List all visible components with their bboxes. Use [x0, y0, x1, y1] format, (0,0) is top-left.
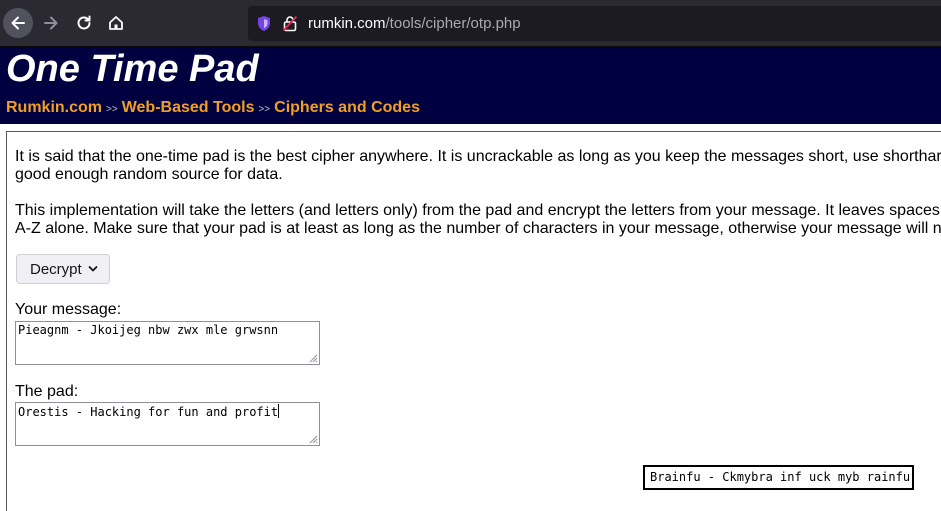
- pad-label: The pad:: [15, 383, 79, 400]
- message-text: Pieagnm - Jkoijeg nbw zwx mle grwsnn: [18, 323, 279, 337]
- url-text[interactable]: rumkin.com/tools/cipher/otp.php: [308, 6, 521, 41]
- content-panel: It is said that the one-time pad is the …: [6, 131, 941, 511]
- breadcrumb-separator: >>: [106, 104, 118, 115]
- message-label: Your message:: [15, 301, 122, 318]
- intro-line-1: It is said that the one-time pad is the …: [15, 148, 941, 165]
- chevron-down-icon: [88, 266, 98, 272]
- url-path: /tools/cipher/otp.php: [385, 15, 521, 32]
- browser-toolbar: rumkin.com/tools/cipher/otp.php: [0, 0, 941, 47]
- breadcrumb-separator: >>: [258, 104, 271, 115]
- tracking-protection-shield-icon[interactable]: [256, 15, 272, 32]
- mode-select[interactable]: Decrypt: [16, 254, 110, 284]
- page-title: One Time Pad: [6, 48, 259, 90]
- mode-select-value: Decrypt: [30, 260, 82, 278]
- breadcrumb-link-tools[interactable]: Web-Based Tools: [122, 99, 255, 116]
- breadcrumb: Rumkin.com >> Web-Based Tools >> Ciphers and…: [6, 99, 420, 117]
- back-button[interactable]: [3, 8, 33, 38]
- intro-paragraph: It is said that the one-time pad is the …: [15, 148, 941, 184]
- arrow-right-icon: [44, 16, 58, 30]
- pad-textarea[interactable]: Orestis - Hacking for fun and profit: [15, 402, 320, 446]
- site-header: One Time Pad Rumkin.com >> Web-Based Tools…: [0, 47, 941, 124]
- resize-handle-icon[interactable]: [308, 353, 318, 363]
- result-output: Brainfu - Ckmybra inf uck myb rainfu: [643, 465, 914, 490]
- instructions-line-1: This implementation will take the letter…: [15, 202, 940, 219]
- instructions-line-2: A-Z alone. Make sure that your pad is at…: [15, 220, 941, 237]
- breadcrumb-link-ciphers[interactable]: Ciphers and Codes: [274, 99, 420, 116]
- home-button[interactable]: [101, 8, 131, 38]
- intro-line-2: good enough random source for data.: [15, 166, 283, 183]
- breadcrumb-link-home[interactable]: Rumkin.com: [6, 99, 102, 116]
- text-caret: [278, 404, 280, 418]
- message-textarea[interactable]: Pieagnm - Jkoijeg nbw zwx mle grwsnn: [15, 321, 320, 365]
- insecure-lock-icon[interactable]: [282, 15, 298, 32]
- address-bar[interactable]: rumkin.com/tools/cipher/otp.php: [248, 6, 941, 41]
- url-host: rumkin.com: [308, 15, 386, 32]
- reload-icon: [77, 15, 91, 30]
- reload-button[interactable]: [69, 8, 99, 38]
- arrow-left-icon: [11, 16, 25, 30]
- pad-text: Orestis - Hacking for fun and profit: [18, 405, 279, 419]
- forward-button[interactable]: [36, 8, 66, 38]
- instructions-paragraph: This implementation will take the letter…: [15, 202, 941, 238]
- home-icon: [109, 16, 123, 30]
- resize-handle-icon[interactable]: [308, 434, 318, 444]
